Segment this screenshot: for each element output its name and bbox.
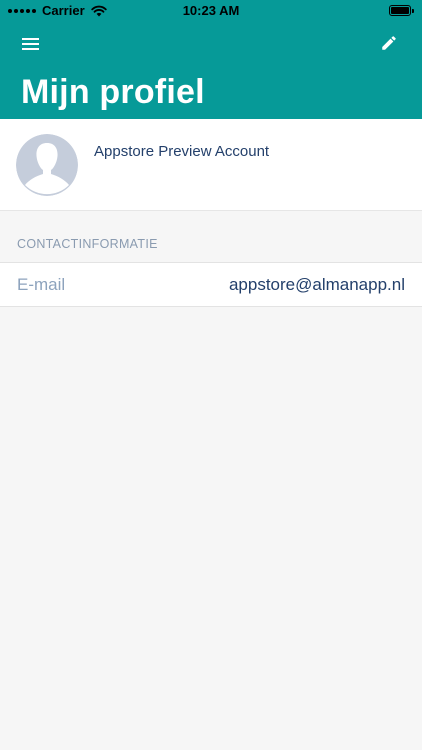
status-time: 10:23 AM	[182, 3, 240, 18]
header: Carrier 10:23 AM Mijn profiel	[0, 0, 422, 119]
section-title: CONTACTINFORMATIE	[17, 237, 158, 251]
page-title: Mijn profiel	[21, 73, 205, 111]
status-bar: Carrier 10:23 AM	[0, 0, 422, 22]
profile-screen: Carrier 10:23 AM Mijn profiel Appstore P…	[0, 0, 422, 750]
profile-name: Appstore Preview Account	[94, 143, 270, 160]
avatar	[16, 134, 78, 196]
hamburger-menu-icon	[22, 38, 39, 50]
pencil-edit-icon	[382, 36, 396, 50]
profile-card: Appstore Preview Account	[0, 119, 422, 211]
battery-icon	[389, 5, 414, 16]
email-row[interactable]: E-mail appstore@almanapp.nl	[0, 263, 422, 307]
contact-section-header: CONTACTINFORMATIE	[0, 211, 422, 263]
person-silhouette-icon	[16, 134, 78, 196]
email-value[interactable]: appstore@almanapp.nl	[229, 275, 405, 295]
menu-button[interactable]	[16, 30, 46, 58]
edit-profile-button[interactable]	[374, 29, 404, 57]
navigation-bar	[0, 22, 422, 66]
email-label: E-mail	[17, 275, 66, 294]
